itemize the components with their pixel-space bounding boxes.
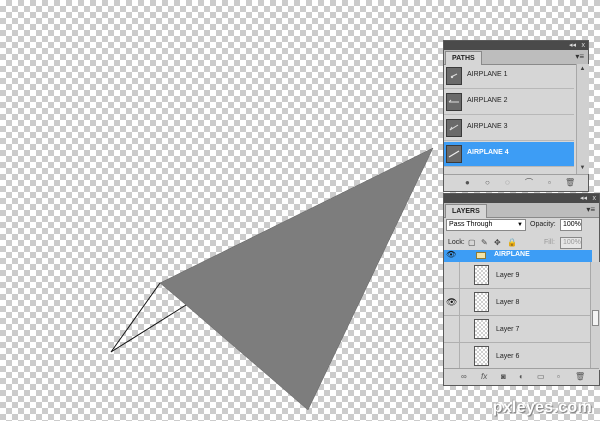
new-path-icon[interactable]: ▫	[548, 177, 551, 189]
panel-menu-icon[interactable]: ▾≡	[575, 53, 584, 61]
path-label: AIRPLANE 3	[467, 123, 508, 130]
close-icon[interactable]: x	[593, 194, 597, 203]
visibility-toggle[interactable]	[444, 262, 460, 289]
path-label: AIRPLANE 2	[467, 97, 508, 104]
new-group-icon[interactable]: ▭	[537, 371, 545, 383]
stroke-path-icon[interactable]: ○	[485, 177, 490, 189]
collapse-icon[interactable]: ◂◂	[580, 194, 587, 203]
path-thumbnail	[446, 93, 462, 111]
layers-footer: ∞ fx ◙ ◐ ▭ ▫ 🗑	[444, 368, 599, 385]
layer-row-layer-9[interactable]: Layer 9	[444, 262, 592, 289]
layers-panel-titlebar[interactable]: ◂◂ x	[444, 194, 599, 203]
layer-label: Layer 7	[496, 326, 520, 333]
layer-row-layer-6[interactable]: Layer 6	[444, 343, 592, 370]
load-selection-icon[interactable]: ◌	[505, 177, 510, 189]
lock-image-icon[interactable]: ✎	[481, 238, 488, 248]
layer-style-icon[interactable]: fx	[481, 371, 487, 383]
panel-menu-icon[interactable]: ▾≡	[586, 206, 595, 214]
layer-thumbnail	[474, 346, 489, 366]
path-item-airplane-2[interactable]: AIRPLANE 2	[444, 90, 574, 115]
visibility-eye-icon[interactable]: 👁	[446, 250, 456, 259]
airplane-wing-shape	[159, 147, 434, 411]
lock-label: Lock:	[448, 239, 465, 246]
paths-footer: ● ○ ◌ ⌒ ▫ 🗑	[444, 174, 588, 191]
group-name: AIRPLANE	[494, 251, 530, 258]
make-work-path-icon[interactable]: ⌒	[525, 177, 533, 189]
paths-tab-row: PATHS ▾≡	[444, 50, 588, 65]
delete-path-icon[interactable]: 🗑	[565, 177, 575, 189]
opacity-label: Opacity:	[530, 221, 556, 228]
scroll-down-icon[interactable]: ▼	[578, 164, 587, 173]
site-watermark: pxleyes.com	[492, 399, 592, 416]
path-item-airplane-1[interactable]: AIRPLANE 1	[444, 64, 574, 89]
visibility-toggle[interactable]: 👁	[444, 289, 460, 316]
folder-icon	[476, 252, 486, 259]
chevron-down-icon: ▼	[517, 222, 523, 228]
layer-group-airplane[interactable]: 👁 AIRPLANE	[444, 250, 592, 262]
path-label: AIRPLANE 1	[467, 71, 508, 78]
layer-label: Layer 9	[496, 272, 520, 279]
lock-all-icon[interactable]: 🔒	[507, 238, 517, 248]
tab-paths[interactable]: PATHS	[445, 51, 482, 65]
paths-panel-titlebar[interactable]: ◂◂ x	[444, 41, 588, 50]
layers-scrollbar[interactable]	[590, 262, 600, 370]
blend-mode-select[interactable]: Pass Through ▼	[446, 219, 526, 231]
fill-path-icon[interactable]: ●	[465, 177, 470, 189]
paths-list: AIRPLANE 1 AIRPLANE 2 AIRPLANE 3 AIRPLAN…	[444, 64, 590, 174]
scroll-up-icon[interactable]: ▲	[578, 65, 587, 74]
fill-input[interactable]: 100%	[560, 237, 582, 249]
path-thumbnail	[446, 119, 462, 137]
paths-scrollbar[interactable]: ▲ ▼	[576, 64, 589, 174]
path-label: AIRPLANE 4	[467, 149, 509, 156]
opacity-input[interactable]: 100%	[560, 219, 582, 231]
scroll-thumb[interactable]	[592, 310, 599, 326]
link-layers-icon[interactable]: ∞	[461, 371, 467, 383]
layer-label: Layer 8	[496, 299, 520, 306]
visibility-toggle[interactable]	[444, 343, 460, 370]
delete-layer-icon[interactable]: 🗑	[575, 371, 585, 383]
layers-list: 👁 AIRPLANE Layer 9 👁 Layer 8 Layer 7 Lay…	[444, 250, 600, 370]
lock-position-icon[interactable]: ✥	[494, 238, 501, 248]
path-item-airplane-4[interactable]: AIRPLANE 4	[444, 142, 574, 167]
layers-panel: ◂◂ x LAYERS ▾≡ Pass Through ▼ Opacity: 1…	[443, 193, 600, 386]
layer-thumbnail	[474, 292, 489, 312]
path-item-airplane-3[interactable]: AIRPLANE 3	[444, 116, 574, 141]
layer-row-layer-7[interactable]: Layer 7	[444, 316, 592, 343]
paths-panel: ◂◂ x PATHS ▾≡ AIRPLANE 1 AIRPLANE 2 AIRP…	[443, 40, 589, 192]
adjustment-layer-icon[interactable]: ◐	[519, 371, 524, 383]
path-thumbnail	[446, 145, 462, 163]
tab-layers[interactable]: LAYERS	[445, 204, 487, 218]
new-layer-icon[interactable]: ▫	[557, 371, 560, 383]
path-thumbnail	[446, 67, 462, 85]
visibility-eye-icon: 👁	[446, 297, 458, 307]
blend-mode-value: Pass Through	[449, 221, 493, 228]
close-icon[interactable]: x	[582, 41, 586, 50]
fill-label: Fill:	[544, 239, 555, 246]
lock-transparent-icon[interactable]: ▢	[468, 238, 476, 248]
layer-thumbnail	[474, 265, 489, 285]
layer-row-layer-8[interactable]: 👁 Layer 8	[444, 289, 592, 316]
layer-mask-icon[interactable]: ◙	[501, 371, 506, 383]
layers-tab-row: LAYERS ▾≡	[444, 203, 599, 218]
layer-label: Layer 6	[496, 353, 520, 360]
layer-thumbnail	[474, 319, 489, 339]
visibility-toggle[interactable]	[444, 316, 460, 343]
collapse-icon[interactable]: ◂◂	[569, 41, 576, 50]
